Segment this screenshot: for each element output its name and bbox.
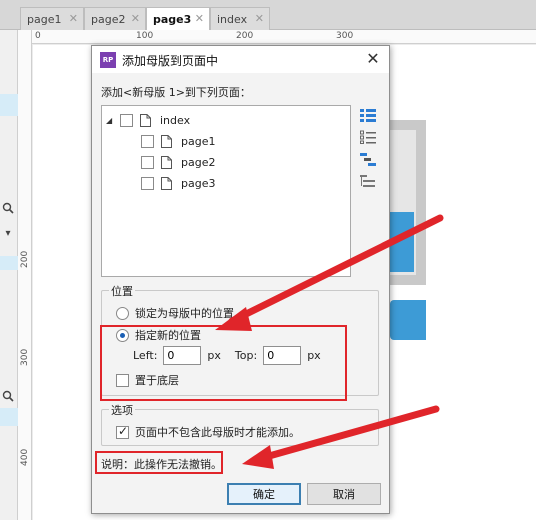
close-icon[interactable]: ✕ <box>255 12 264 25</box>
send-to-back-option[interactable]: 置于底层 <box>116 372 179 388</box>
tree-item-label: page3 <box>181 176 216 190</box>
left-panel-strip: ▾ <box>0 30 18 520</box>
tree-checkbox[interactable] <box>141 134 154 148</box>
dialog-title: 添加母版到页面中 <box>122 54 219 68</box>
ruler-tick: 0 <box>35 31 41 41</box>
only-if-absent-option[interactable]: 页面中不包含此母版时才能添加。 <box>116 424 300 440</box>
canvas-widget-blue-button <box>390 300 426 340</box>
page-icon <box>161 134 172 148</box>
close-icon[interactable]: ✕ <box>131 12 140 25</box>
tab-page2[interactable]: page2 ✕ <box>84 7 146 30</box>
left-label: Left: <box>133 349 158 362</box>
tab-label: page2 <box>91 12 126 26</box>
close-icon[interactable]: ✕ <box>195 12 204 25</box>
ruler-tick: 200 <box>236 31 254 41</box>
uncheck-children-icon[interactable] <box>360 174 376 188</box>
options-group-legend: 选项 <box>109 402 135 418</box>
left-unit: px <box>207 349 221 362</box>
tree-item-index[interactable]: ◢ index <box>106 112 190 128</box>
position-group-legend: 位置 <box>109 283 135 299</box>
top-input[interactable] <box>263 346 302 365</box>
option-label: 页面中不包含此母版时才能添加。 <box>135 426 300 439</box>
option-label: 锁定为母版中的位置 <box>135 307 234 320</box>
tab-label: index <box>217 12 248 26</box>
add-master-dialog: RP 添加母版到页面中 ✕ 添加<新母版 1>到下列页面： ◢ index pa… <box>91 45 390 514</box>
search-icon[interactable] <box>0 390 16 402</box>
tree-item-label: page1 <box>181 134 216 148</box>
close-icon[interactable]: ✕ <box>69 12 78 25</box>
tree-item-page3[interactable]: page3 <box>141 175 215 191</box>
top-label: Top: <box>234 349 258 362</box>
position-inputs: Left: px Top: px <box>133 346 335 365</box>
page-tab-bar: page1 ✕ page2 ✕ page3 ✕ index ✕ <box>0 0 536 31</box>
lock-position-option[interactable]: 锁定为母版中的位置 <box>116 305 234 321</box>
left-panel-highlight <box>0 94 18 116</box>
tab-index[interactable]: index ✕ <box>210 7 270 30</box>
canvas-widget-blue <box>390 212 414 272</box>
ruler-tick: 300 <box>336 31 354 41</box>
dialog-titlebar: RP 添加母版到页面中 ✕ <box>92 46 389 73</box>
scroll-handle[interactable] <box>0 256 18 270</box>
ruler-tick: 300 <box>20 348 30 366</box>
check-all-icon[interactable] <box>360 108 376 122</box>
uncheck-all-icon[interactable] <box>360 130 376 144</box>
tree-checkbox[interactable] <box>141 176 154 190</box>
left-panel-highlight <box>0 408 18 426</box>
tree-checkbox[interactable] <box>141 155 154 169</box>
search-icon[interactable] <box>0 202 16 214</box>
tree-item-page2[interactable]: page2 <box>141 154 215 170</box>
check-children-icon[interactable] <box>360 152 376 166</box>
radio-button[interactable] <box>116 328 129 342</box>
tree-item-page1[interactable]: page1 <box>141 133 215 149</box>
checkbox[interactable] <box>116 373 129 387</box>
left-input[interactable] <box>163 346 202 365</box>
ruler-tick: 200 <box>20 250 30 268</box>
close-button[interactable]: ✕ <box>363 49 383 69</box>
cancel-button[interactable]: 取消 <box>307 483 381 505</box>
dialog-prompt: 添加<新母版 1>到下列页面： <box>101 86 251 99</box>
top-unit: px <box>307 349 321 362</box>
option-label: 指定新的位置 <box>135 329 201 342</box>
vertical-ruler: 200 300 400 <box>18 30 32 520</box>
tab-label: page1 <box>27 12 62 26</box>
tree-expander-icon[interactable]: ◢ <box>106 116 116 125</box>
app-logo-icon: RP <box>100 52 116 68</box>
ruler-tick: 400 <box>20 448 30 466</box>
tab-label: page3 <box>153 13 192 26</box>
checkbox[interactable] <box>116 424 129 439</box>
ok-button[interactable]: 确定 <box>227 483 301 505</box>
tab-page3[interactable]: page3 ✕ <box>146 7 210 31</box>
tree-item-label: index <box>160 113 191 127</box>
ruler-tick: 100 <box>136 31 154 41</box>
page-tree: ◢ index page1 page2 page3 <box>101 105 351 277</box>
chevron-down-icon[interactable]: ▾ <box>0 228 16 240</box>
radio-button[interactable] <box>116 306 129 320</box>
new-position-option[interactable]: 指定新的位置 <box>116 327 201 343</box>
horizontal-ruler: 0 100 200 300 <box>32 30 536 44</box>
page-icon <box>140 113 151 127</box>
page-icon <box>161 155 172 169</box>
tab-page1[interactable]: page1 ✕ <box>20 7 84 30</box>
undo-warning-note: 说明：此操作无法撤销。 <box>101 458 222 471</box>
option-label: 置于底层 <box>135 374 179 387</box>
page-icon <box>161 176 172 190</box>
tree-item-label: page2 <box>181 155 216 169</box>
tree-checkbox[interactable] <box>120 113 133 127</box>
